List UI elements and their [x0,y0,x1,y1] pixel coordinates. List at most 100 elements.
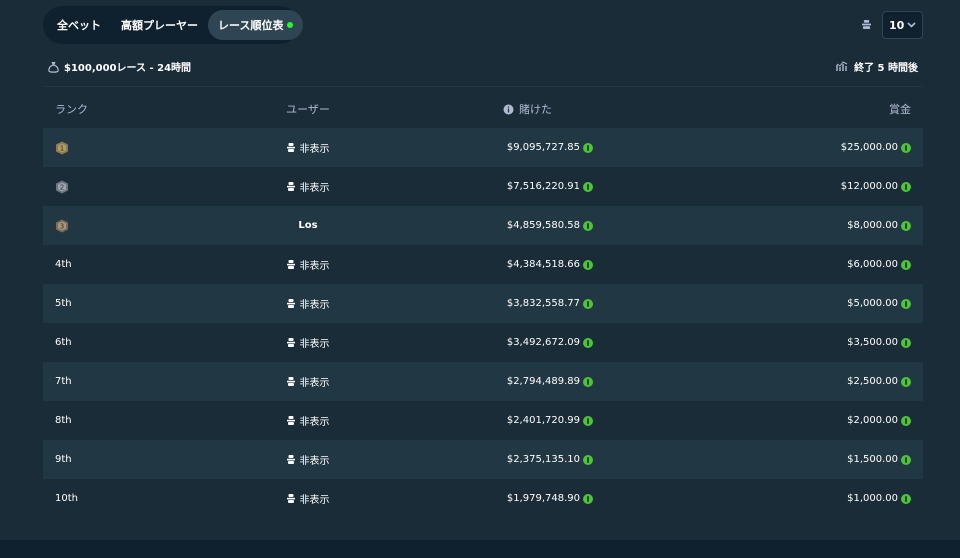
rank-cell: 3 [55,206,69,245]
bet-cell: $1,979,748.90 [443,479,593,518]
prize-amount: $1,000.00 [847,493,898,504]
prize-amount: $12,000.00 [840,181,898,192]
money-bag-icon [48,61,59,73]
prize-amount: $1,500.00 [847,454,898,465]
coin-icon [583,142,593,153]
bet-amount: $9,095,727.85 [506,142,580,153]
rank-cell: 6th [55,323,72,362]
table-row: 6th 非表示 $3,492,672.09 $3,500.00 [43,323,923,362]
user-name[interactable]: Los [298,220,317,231]
rank-label: 6th [55,337,72,348]
prize-amount: $8,000.00 [847,220,898,231]
rank-cell: 5th [55,284,72,323]
live-indicator-dot [287,22,294,28]
prize-amount: $2,000.00 [847,415,898,426]
rank-cell: 1 [55,128,69,167]
table-row: 10th 非表示 $1,979,748.90 $1,000.00 [43,479,923,518]
hidden-user-icon [286,338,295,347]
bet-cell: $3,492,672.09 [443,323,593,362]
user-cell: 非表示 [265,401,351,440]
table-row: 8th 非表示 $2,401,720.99 $2,000.00 [43,401,923,440]
tab-race-leaderboard-label: レース順位表 [218,19,284,32]
coin-icon [901,298,911,309]
coin-icon [901,415,911,426]
prize-cell: $2,500.00 [847,362,911,401]
bet-cell: $4,859,580.58 [443,206,593,245]
hidden-user-icon [286,182,295,191]
tab-high-rollers[interactable]: 高額プレーヤー [111,10,208,40]
user-name: 非表示 [299,378,330,389]
user-name: 非表示 [299,495,330,506]
coin-icon [901,337,911,348]
table-row: 5th 非表示 $3,832,558.77 $5,000.00 [43,284,923,323]
coin-icon [583,415,593,426]
coin-icon [583,298,593,309]
table-row: 9th 非表示 $2,375,135.10 $1,500.00 [43,440,923,479]
bet-cell: $9,095,727.85 [443,128,593,167]
bet-amount: $2,401,720.99 [506,415,580,426]
column-prize: 賞金 [889,103,911,116]
user-cell: 非表示 [265,362,351,401]
prize-cell: $25,000.00 [841,128,911,167]
bet-amount: $2,794,489.89 [506,376,580,387]
prize-cell: $3,500.00 [847,323,911,362]
hidden-user-icon [286,143,295,152]
bet-amount: $4,859,580.58 [506,220,580,231]
tab-race-leaderboard[interactable]: レース順位表 [208,10,304,40]
info-icon[interactable] [503,104,514,115]
prize-cell: $1,500.00 [847,440,911,479]
prize-cell: $5,000.00 [847,284,911,323]
table-row: 2 非表示 $7,516,220.91 $12,000.00 [43,167,923,206]
tab-all-bets[interactable]: 全ベット [47,10,111,40]
race-title: $100,000レース - 24時間 [48,59,191,74]
rank-label: 8th [55,415,72,426]
coin-icon [583,259,593,270]
user-name: 非表示 [299,339,330,350]
bet-cell: $7,516,220.91 [443,167,593,206]
coin-icon [583,493,593,504]
rank-label: 9th [55,454,72,465]
coin-icon [901,454,911,465]
race-end-text: 終了 5 時間後 [854,63,918,74]
prize-cell: $8,000.00 [847,206,911,245]
bet-amount: $1,979,748.90 [506,493,580,504]
coin-icon [583,337,593,348]
race-title-text: $100,000レース - 24時間 [64,63,192,74]
column-rank: ランク [55,103,88,116]
count-select[interactable]: 10 [882,11,923,39]
hidden-user-icon [286,455,295,464]
rank-cell: 2 [55,167,69,206]
bet-tabs: 全ベット 高額プレーヤー レース順位表 [43,6,304,44]
rank-cell: 10th [55,479,78,518]
rank-label: 7th [55,376,72,387]
bet-amount: $4,384,518.66 [506,259,580,270]
prize-amount: $25,000.00 [840,142,898,153]
coin-icon [901,220,911,231]
coin-icon [583,220,593,231]
rank-number: 3 [60,222,64,230]
coin-icon [583,181,593,192]
race-end-time: 終了 5 時間後 [836,59,918,74]
prize-cell: $6,000.00 [847,245,911,284]
prize-cell: $2,000.00 [847,401,911,440]
bet-cell: $4,384,518.66 [443,245,593,284]
hidden-user-icon [286,494,295,503]
silver-medal-icon: 2 [56,180,68,193]
user-name: 非表示 [299,417,330,428]
tab-all-bets-label: 全ベット [57,19,101,32]
user-cell: 非表示 [265,284,351,323]
bet-amount: $3,832,558.77 [506,298,580,309]
tab-high-rollers-label: 高額プレーヤー [121,19,198,32]
bet-amount: $3,492,672.09 [506,337,580,348]
coin-icon [583,376,593,387]
user-name: 非表示 [299,300,330,311]
user-cell: 非表示 [265,323,351,362]
rank-label: 5th [55,298,72,309]
list-count-icon [862,20,871,29]
coin-icon [901,181,911,192]
user-name: 非表示 [299,183,330,194]
bet-cell: $2,375,135.10 [443,440,593,479]
coin-icon [901,493,911,504]
chevron-down-icon [907,22,916,28]
bet-cell: $2,401,720.99 [443,401,593,440]
